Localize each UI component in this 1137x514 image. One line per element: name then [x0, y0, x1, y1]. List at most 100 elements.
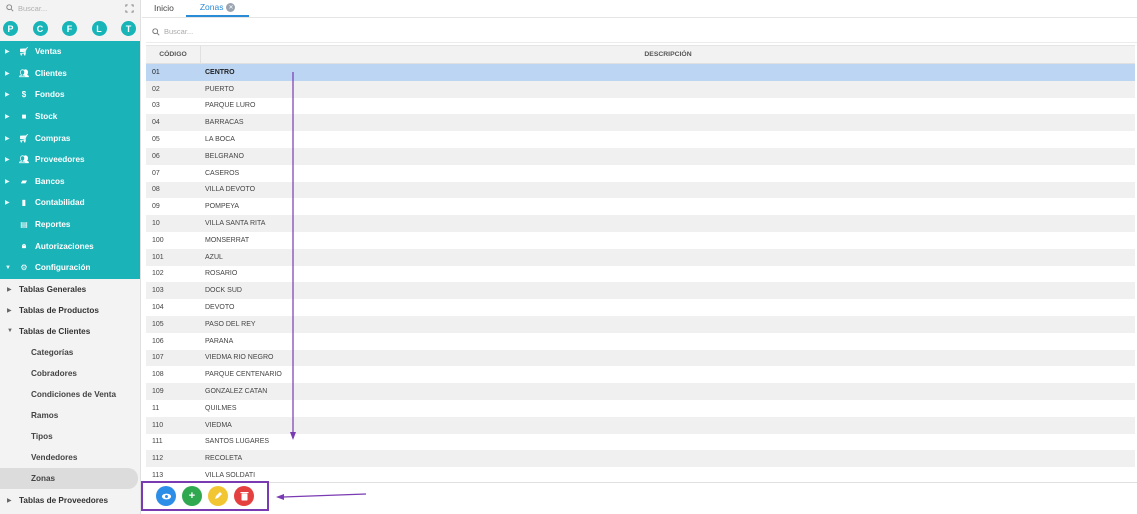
submenu-tablas-clientes[interactable]: ▼ Tablas de Clientes — [0, 321, 140, 342]
cell-descripcion: PARQUE LURO — [205, 102, 256, 110]
table-row[interactable]: 03 PARQUE LURO — [146, 98, 1135, 115]
delete-button[interactable] — [234, 486, 254, 506]
table-row[interactable]: 11 QUILMES — [146, 400, 1135, 417]
menu-item-label: Bancos — [35, 176, 65, 186]
tab-inicio[interactable]: Inicio — [142, 0, 186, 17]
view-button[interactable] — [156, 486, 176, 506]
menu-item-label: Stock — [35, 112, 58, 122]
table-row[interactable]: 01 CENTRO — [146, 64, 1135, 81]
submenu-cobradores[interactable]: Cobradores — [0, 363, 140, 384]
menu-item-autorizaciones[interactable]: 🔒︎ Autorizaciones — [0, 235, 140, 257]
cell-codigo: 06 — [152, 152, 160, 160]
menu-item-compras[interactable]: ▶ 🛒︎ Compras — [0, 127, 140, 149]
table-row[interactable]: 111 SANTOS LUGARES — [146, 434, 1135, 451]
table-row[interactable]: 103 DOCK SUD — [146, 282, 1135, 300]
submenu-zonas[interactable]: Zonas — [0, 468, 138, 490]
close-icon[interactable]: ✕ — [226, 2, 236, 12]
report-icon: ▤ — [20, 220, 28, 230]
cell-descripcion: VILLA DEVOTO — [205, 186, 256, 194]
menu-item-label: Proveedores — [35, 155, 85, 165]
menu-item-label: Fondos — [35, 90, 65, 100]
search-input[interactable]: Buscar... — [164, 27, 193, 36]
table-search[interactable]: Buscar... — [146, 21, 1137, 43]
shortcut-l[interactable]: L — [91, 21, 107, 36]
submenu-label: Tablas de Productos — [19, 305, 99, 315]
cell-descripcion: GONZALEZ CATAN — [205, 388, 268, 396]
table-row[interactable]: 08 VILLA DEVOTO — [146, 181, 1135, 199]
lock-icon: 🔒︎ — [21, 241, 27, 251]
cell-codigo: 101 — [152, 253, 164, 261]
search-icon — [6, 4, 14, 12]
table-row[interactable]: 101 AZUL — [146, 248, 1135, 266]
people-icon: 👥︎ — [18, 68, 30, 78]
menu-item-ventas[interactable]: ▶ 🛒︎ Ventas — [0, 41, 140, 63]
column-header-descripcion[interactable]: DESCRIPCIÓN — [201, 46, 1135, 63]
submenu-categorias[interactable]: Categorías — [0, 342, 140, 363]
tab-zonas[interactable]: Zonas ✕ — [185, 0, 250, 17]
fullscreen-icon[interactable] — [125, 3, 134, 13]
table-row[interactable]: 04 BARRACAS — [146, 114, 1135, 132]
submenu-tipos[interactable]: Tipos — [0, 426, 140, 447]
submenu-tablas-proveedores[interactable]: ▶ Tablas de Proveedores — [0, 489, 140, 510]
cell-descripcion: LA BOCA — [205, 136, 235, 144]
table-row[interactable]: 104 DEVOTO — [146, 299, 1135, 316]
submenu-vendedores[interactable]: Vendedores — [0, 447, 140, 468]
column-header-codigo[interactable]: CÓDIGO — [146, 46, 201, 63]
table-row[interactable]: 09 POMPEYA — [146, 198, 1135, 215]
zonas-table: CÓDIGO DESCRIPCIÓN 01 CENTRO 02 PUERTO 03 PAR… — [146, 45, 1135, 484]
cell-codigo: 108 — [152, 371, 164, 379]
table-row[interactable]: 106 PARANA — [146, 333, 1135, 350]
action-toolbar: + — [141, 481, 269, 511]
tab-bar: Inicio Zonas ✕ — [142, 0, 1137, 18]
submenu-ramos[interactable]: Ramos — [0, 405, 140, 426]
cell-descripcion: BELGRANO — [205, 152, 244, 160]
menu-item-label: Autorizaciones — [35, 241, 94, 251]
table-row[interactable]: 108 PARQUE CENTENARIO — [146, 366, 1135, 383]
edit-button[interactable] — [208, 486, 228, 506]
cell-descripcion: MONSERRAT — [205, 236, 250, 244]
table-row[interactable]: 112 RECOLETA — [146, 450, 1135, 468]
cell-descripcion: RECOLETA — [205, 455, 243, 463]
menu-item-contabilidad[interactable]: ▶ ▮ Contabilidad — [0, 192, 140, 214]
menu-item-fondos[interactable]: ▶ $ Fondos — [0, 84, 140, 106]
table-row[interactable]: 07 CASEROS — [146, 165, 1135, 182]
table-row[interactable]: 02 PUERTO — [146, 80, 1135, 98]
menu-item-bancos[interactable]: ▶ ▰ Bancos — [0, 171, 140, 193]
shortcut-c[interactable]: C — [32, 21, 48, 36]
cell-codigo: 107 — [152, 354, 164, 362]
table-row[interactable]: 06 BELGRANO — [146, 147, 1135, 165]
table-row[interactable]: 109 GONZALEZ CATAN — [146, 383, 1135, 400]
cell-descripcion: PASO DEL REY — [205, 320, 256, 328]
table-row[interactable]: 105 PASO DEL REY — [146, 315, 1135, 333]
config-submenu: ▶ Tablas Generales ▶ Tablas de Productos… — [0, 278, 140, 511]
submenu-tablas-generales[interactable]: ▶ Tablas Generales — [0, 279, 140, 300]
table-row[interactable]: 102 ROSARIO — [146, 266, 1135, 283]
menu-item-stock[interactable]: ▶ ■ Stock — [0, 106, 140, 128]
cell-codigo: 112 — [152, 455, 164, 463]
table-row[interactable]: 107 VIEDMA RIO NEGRO — [146, 349, 1135, 367]
table-row[interactable]: 05 LA BOCA — [146, 131, 1135, 148]
shortcut-f[interactable]: F — [62, 21, 77, 36]
menu-item-clientes[interactable]: ▶ 👥︎ Clientes — [0, 63, 140, 85]
table-row[interactable]: 100 MONSERRAT — [146, 232, 1135, 249]
cell-codigo: 104 — [152, 304, 164, 312]
menu-item-configuracion[interactable]: ▼ ⚙ Configuración — [0, 257, 140, 279]
cell-descripcion: VIEDMA RIO NEGRO — [205, 354, 274, 362]
shortcut-p[interactable]: P — [3, 21, 18, 36]
app-window: Buscar... P C F L T ▶ 🛒︎ Ventas ▶ 👥︎ Cli… — [0, 0, 1137, 514]
submenu-condiciones-venta[interactable]: Condiciones de Venta — [0, 384, 140, 405]
cell-codigo: 100 — [152, 236, 164, 244]
add-button[interactable]: + — [182, 486, 202, 506]
submenu-tablas-productos[interactable]: ▶ Tablas de Productos — [0, 300, 140, 321]
chevron-right-icon: ▶ — [5, 135, 10, 142]
shortcut-t[interactable]: T — [121, 21, 136, 36]
cell-descripcion: CENTRO — [205, 68, 235, 76]
menu-item-proveedores[interactable]: ▶ 👥︎ Proveedores — [0, 149, 140, 171]
table-row[interactable]: 110 VIEDMA — [146, 416, 1135, 434]
chevron-right-icon: ▶ — [5, 178, 10, 185]
table-row[interactable]: 10 VILLA SANTA RITA — [146, 215, 1135, 232]
sidebar-search[interactable]: Buscar... — [0, 0, 140, 16]
tab-label: Inicio — [154, 3, 174, 13]
menu-item-label: Configuración — [35, 263, 91, 273]
menu-item-reportes[interactable]: ▤ Reportes — [0, 214, 140, 236]
